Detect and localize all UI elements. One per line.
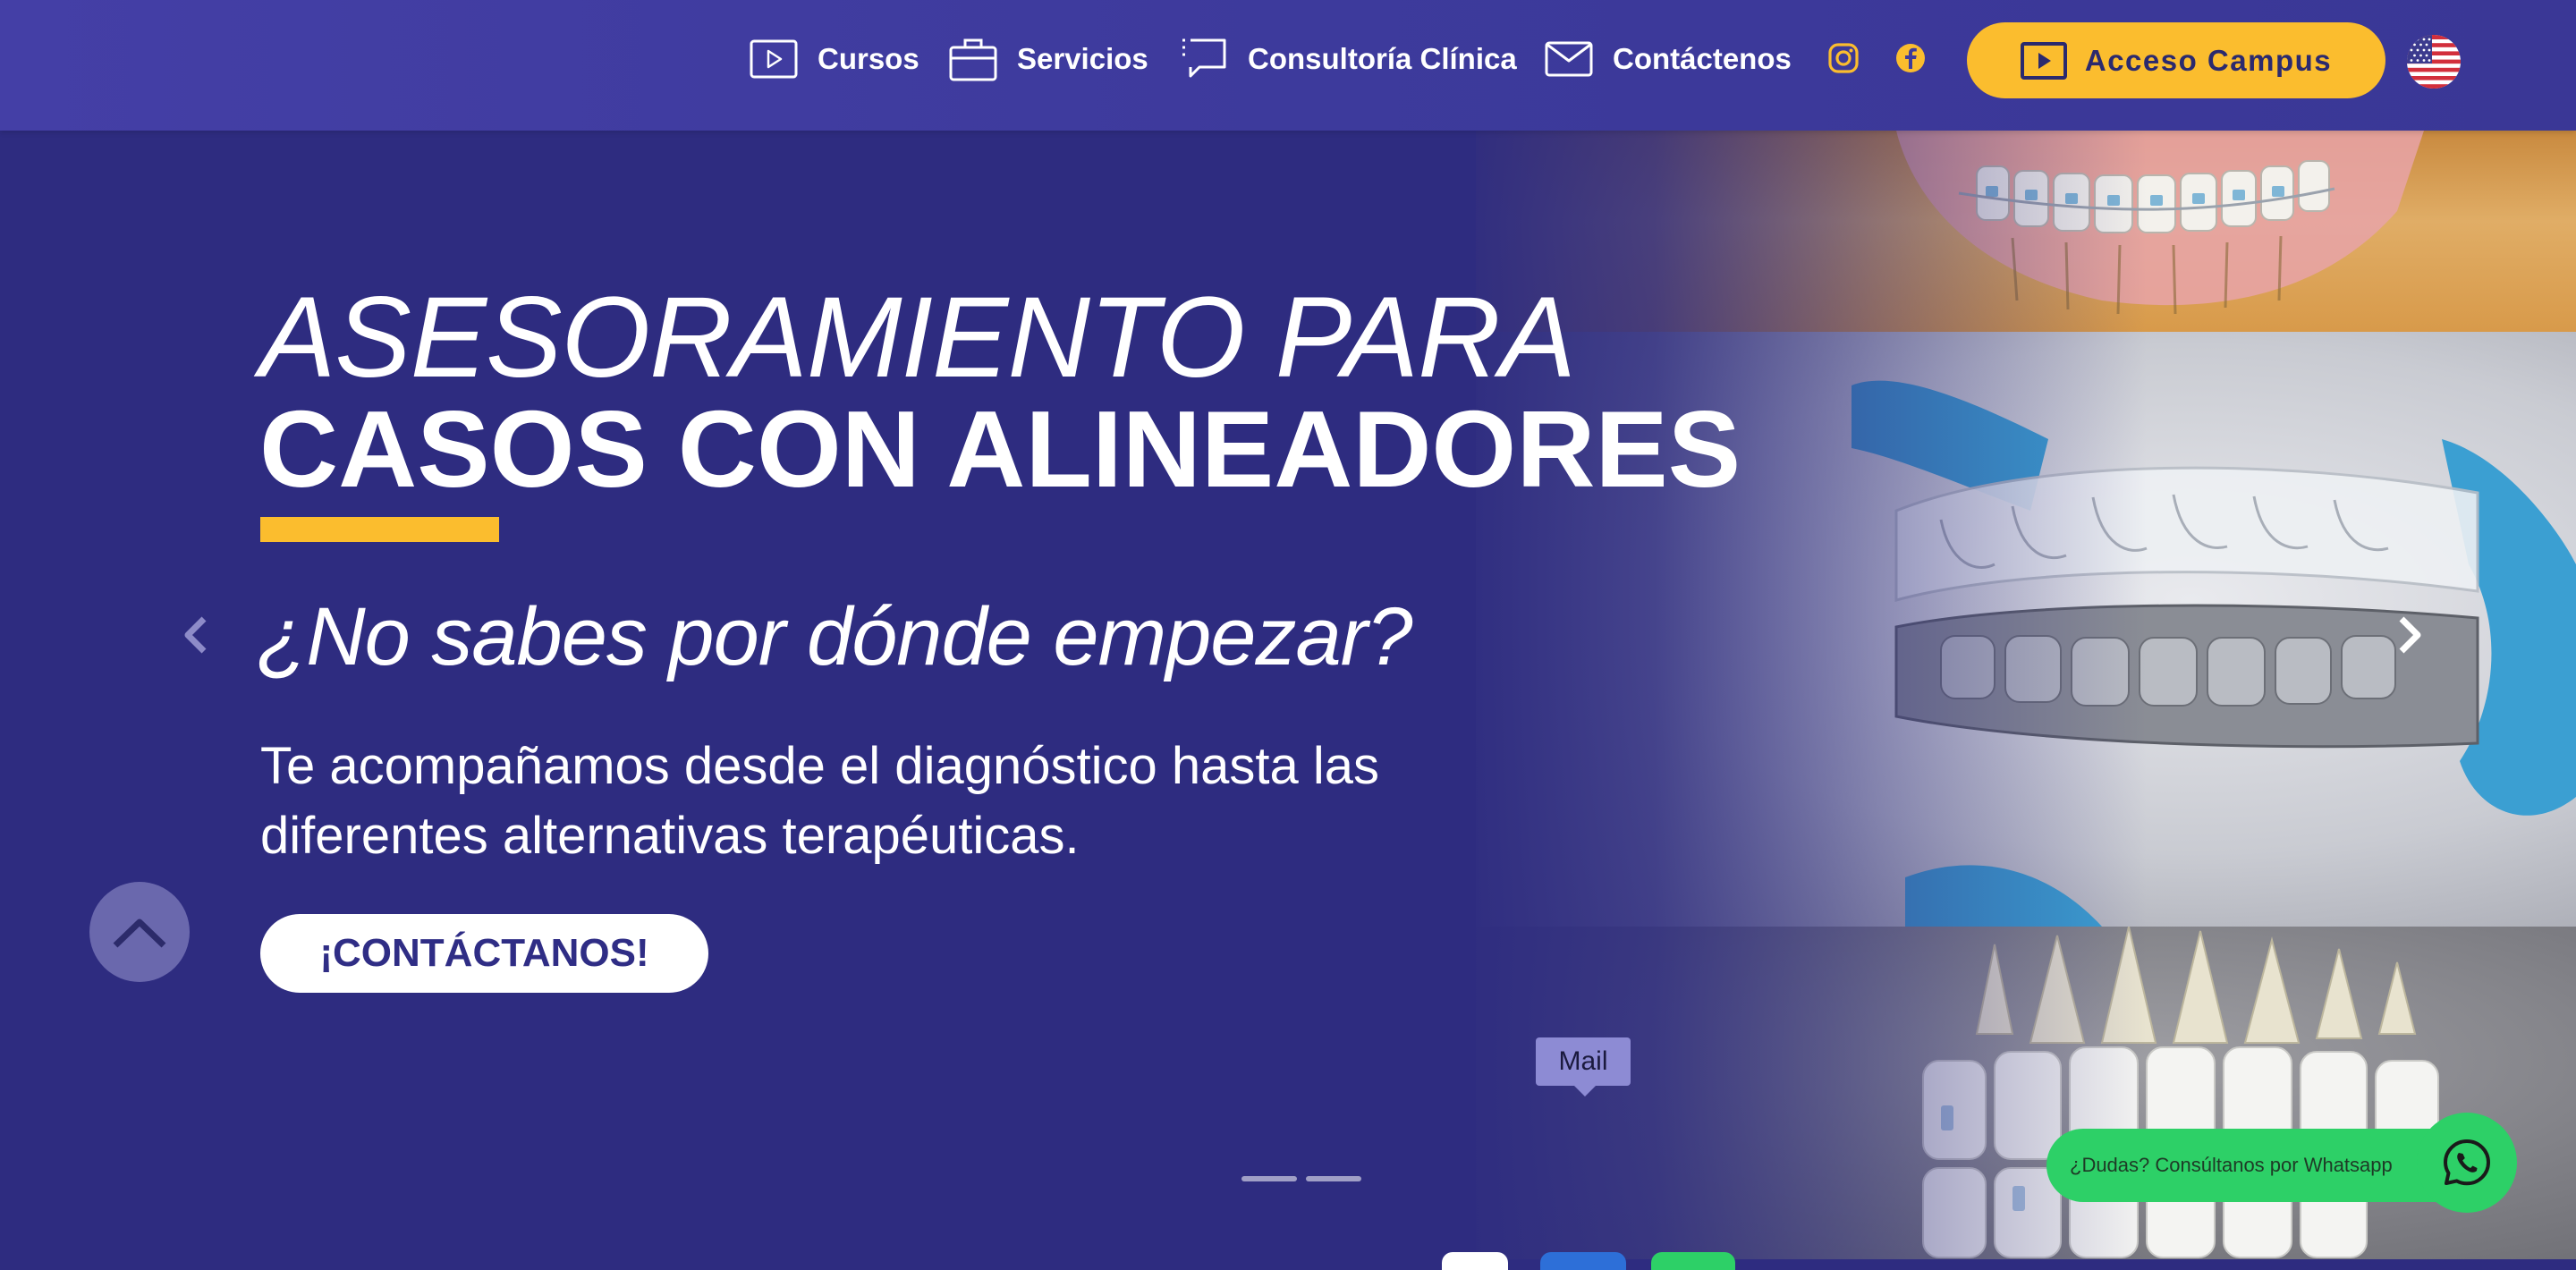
whatsapp-help-label: ¿Dudas? Consúltanos por Whatsapp xyxy=(2070,1154,2393,1176)
nav-servicios-label: Servicios xyxy=(1017,42,1148,75)
nav-contactenos-label: Contáctenos xyxy=(1613,42,1792,75)
hero-subheadline: ¿No sabes por dónde empezar? xyxy=(257,591,1412,682)
nav-cursos-label: Cursos xyxy=(818,42,919,75)
hero-headline-bold: CASOS CON ALINEADORES xyxy=(259,388,1741,510)
slider-prev-arrow[interactable] xyxy=(178,608,214,662)
chevron-right-icon xyxy=(2399,616,2421,654)
mail-tooltip: Mail xyxy=(1536,1037,1631,1086)
briefcase-icon xyxy=(949,38,997,81)
contact-cta-button[interactable]: ¡CONTÁCTANOS! xyxy=(260,914,708,993)
play-square-icon xyxy=(2020,41,2067,80)
dental-model-photo xyxy=(1476,131,2576,332)
instagram-icon[interactable] xyxy=(1825,39,1862,77)
chevron-up-icon xyxy=(113,919,166,948)
chevron-left-icon xyxy=(184,616,207,654)
whatsapp-icon xyxy=(2444,1139,2490,1186)
share-whatsapp-button[interactable] xyxy=(1651,1252,1735,1270)
campus-access-button[interactable]: Acceso Campus xyxy=(1967,22,2385,98)
hero-description: Te acompañamos desde el diagnóstico hast… xyxy=(260,737,1379,865)
share-mail-button[interactable] xyxy=(1540,1252,1626,1270)
nav-cursos[interactable]: Cursos xyxy=(750,36,919,82)
whatsapp-button[interactable] xyxy=(2417,1113,2517,1213)
campus-access-label: Acceso Campus xyxy=(2084,43,2333,77)
mail-icon xyxy=(1545,41,1593,77)
nav-consultoria[interactable]: Consultoría Clínica xyxy=(1180,36,1517,82)
slider-dot-1[interactable] xyxy=(1241,1176,1297,1181)
nav-contactenos[interactable]: Contáctenos xyxy=(1545,36,1792,82)
slider-next-arrow[interactable] xyxy=(2392,608,2428,662)
top-navbar: Cursos Servicios Consultoría Clínica Con… xyxy=(0,0,2576,131)
headline-accent-bar xyxy=(260,517,499,542)
teeth-model-photo xyxy=(1476,927,2576,1259)
facebook-icon[interactable] xyxy=(1892,39,1929,77)
chat-bubble-icon xyxy=(1182,38,1226,78)
us-flag-icon[interactable] xyxy=(2407,35,2461,89)
hero-slider: ASESORAMIENTO PARA CASOS CON ALINEADORES… xyxy=(0,131,2576,1259)
hero-headline-light: ASESORAMIENTO PARA xyxy=(259,274,1576,402)
share-button-1[interactable] xyxy=(1442,1252,1508,1270)
play-square-icon xyxy=(750,39,798,79)
scroll-to-top-button[interactable] xyxy=(89,882,190,982)
tooltip-pointer xyxy=(1574,1086,1596,1096)
nav-consultoria-label: Consultoría Clínica xyxy=(1248,42,1517,75)
nav-servicios[interactable]: Servicios xyxy=(949,36,1148,82)
slider-dot-2[interactable] xyxy=(1306,1176,1361,1181)
